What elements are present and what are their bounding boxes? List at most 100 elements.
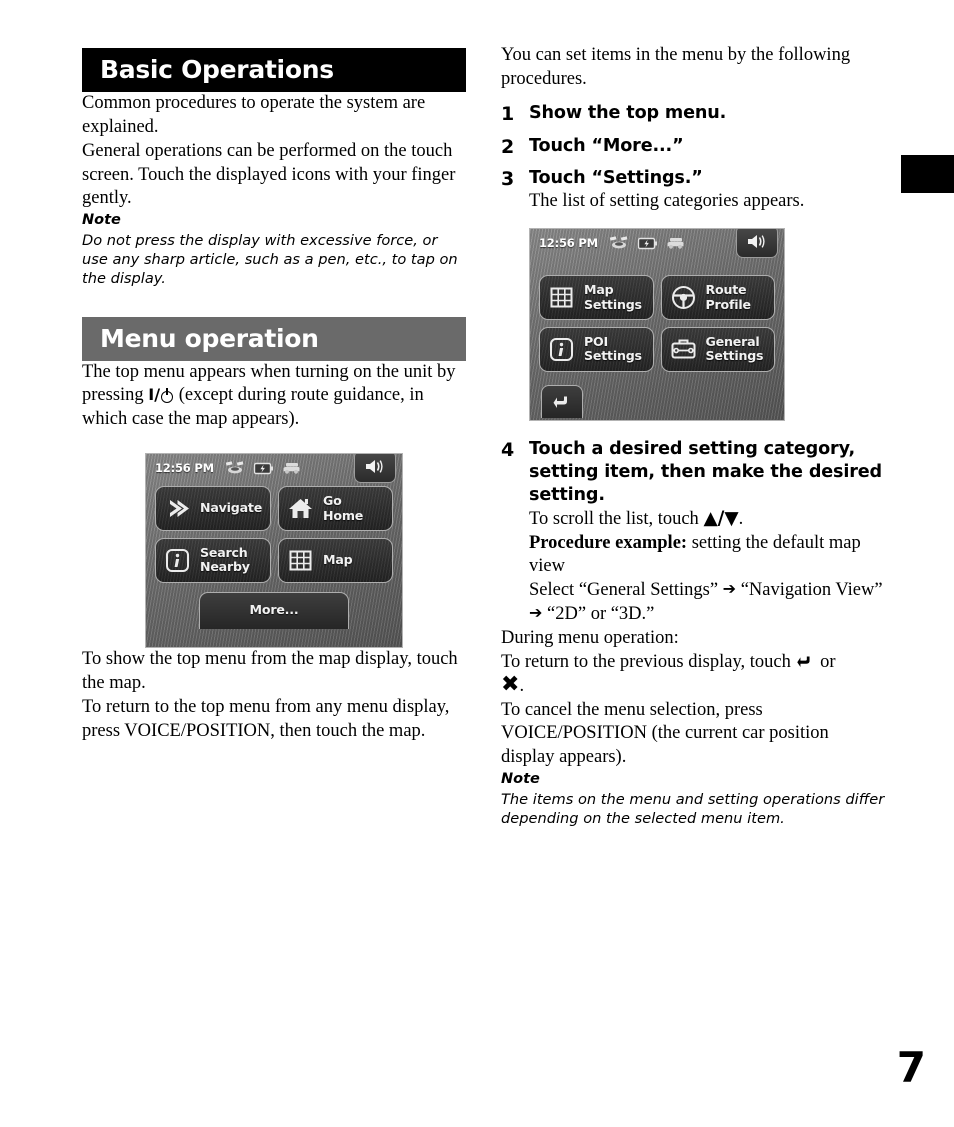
status-icon-group-2 bbox=[609, 236, 685, 250]
step-1-title: Show the top menu. bbox=[529, 102, 727, 123]
top-menu-button-search-nearby[interactable]: Search Nearby bbox=[155, 537, 272, 583]
menu-operation-paragraph: The top menu appears when turning on the… bbox=[82, 361, 466, 433]
step-4-scroll-line: To scroll the list, touch ▲/▼. bbox=[529, 507, 885, 532]
battery-icon bbox=[253, 462, 273, 475]
right-intro-paragraph: You can set items in the menu by the fol… bbox=[501, 45, 851, 89]
return-arrow-icon bbox=[551, 393, 573, 411]
top-menu-label-navigate: Navigate bbox=[200, 500, 263, 516]
satellite-icon bbox=[225, 461, 245, 475]
step-1-number: 1 bbox=[501, 102, 515, 125]
section-heading-menu-operation: Menu operation bbox=[82, 316, 466, 361]
step-4-example-line: Procedure example: setting the default m… bbox=[529, 532, 885, 580]
during-menu-line-1-mid: or bbox=[815, 651, 836, 672]
basic-operations-paragraph-2: General operations can be performed on t… bbox=[82, 140, 456, 209]
status-time: 12:56 PM bbox=[155, 461, 214, 476]
device-status-bar-2: 12:56 PM bbox=[530, 229, 784, 259]
settings-button-poi-settings[interactable]: POI Settings bbox=[539, 326, 654, 372]
speaker-icon[interactable] bbox=[736, 229, 778, 259]
note-text-1: Do not press the display with excessive … bbox=[82, 231, 458, 288]
after-image-paragraph-1: To show the top menu from the map displa… bbox=[82, 649, 458, 694]
step-4: 4 Touch a desired setting category, sett… bbox=[501, 438, 885, 627]
satellite-icon bbox=[609, 236, 629, 250]
top-menu-button-map[interactable]: Map bbox=[278, 537, 393, 583]
step-4-title: Touch a desired setting category, settin… bbox=[529, 439, 882, 505]
scroll-line-pre: To scroll the list, touch bbox=[529, 508, 704, 529]
settings-button-grid: Map Settings Route Profile POI Settings … bbox=[530, 255, 784, 372]
power-icon bbox=[160, 388, 174, 404]
during-menu-line-1: To return to the previous display, touch… bbox=[501, 651, 885, 675]
top-menu-label-more: More... bbox=[249, 601, 299, 617]
note-label-1: Note bbox=[82, 212, 121, 229]
during-menu-heading: During menu operation: bbox=[501, 628, 679, 649]
note-text-2: The items on the menu and setting operat… bbox=[501, 790, 885, 827]
right-column: You can set items in the menu by the fol… bbox=[501, 44, 885, 828]
edge-tab-marker bbox=[901, 155, 954, 193]
settings-label-map-settings: Map Settings bbox=[584, 282, 642, 312]
settings-categories-screenshot: 12:56 PM Map Settings Route Profile POI … bbox=[529, 228, 785, 422]
settings-back-button[interactable] bbox=[541, 384, 583, 418]
select-line-c: “2D” or “3D.” bbox=[547, 604, 655, 625]
top-menu-label-map: Map bbox=[323, 552, 353, 568]
arrow-right-icon: ➔ bbox=[722, 579, 737, 599]
top-menu-button-go-home[interactable]: Go Home bbox=[278, 486, 393, 531]
toolbox-icon bbox=[670, 336, 697, 363]
top-menu-label-search-nearby: Search Nearby bbox=[200, 544, 250, 575]
close-x-icon: ✖ bbox=[501, 671, 520, 697]
section-heading-basic-operations: Basic Operations bbox=[82, 48, 466, 92]
top-menu-button-grid: Navigate Go Home Search Nearby Map bbox=[146, 480, 402, 583]
top-menu-label-go-home: Go Home bbox=[323, 493, 364, 523]
car-icon bbox=[282, 462, 301, 475]
battery-icon bbox=[637, 237, 657, 250]
settings-button-route-profile[interactable]: Route Profile bbox=[660, 275, 775, 320]
procedure-example-label: Procedure example: bbox=[529, 532, 688, 553]
top-menu-screenshot: 12:56 PM Navigate Go Home Search Nearby … bbox=[145, 453, 403, 649]
arrow-right-icon-2: ➔ bbox=[529, 603, 543, 623]
during-menu-line-x: ✖. bbox=[501, 671, 885, 699]
manual-page: Basic Operations Common procedures to op… bbox=[0, 0, 954, 1127]
step-2: 2 Touch “More...” bbox=[501, 135, 885, 158]
step-3-number: 3 bbox=[501, 168, 515, 191]
step-1: 1 Show the top menu. bbox=[501, 102, 885, 125]
top-menu-button-navigate[interactable]: Navigate bbox=[155, 486, 272, 531]
grid-icon bbox=[287, 547, 314, 574]
left-column: Basic Operations Common procedures to op… bbox=[82, 48, 466, 744]
info-icon bbox=[164, 547, 191, 574]
step-2-title: Touch “More...” bbox=[529, 135, 684, 156]
settings-label-route-profile: Route Profile bbox=[705, 282, 752, 312]
speaker-icon[interactable] bbox=[354, 454, 396, 484]
step-3-title: Touch “Settings.” bbox=[529, 168, 703, 189]
settings-button-map-settings[interactable]: Map Settings bbox=[539, 275, 654, 320]
step-4-number: 4 bbox=[501, 439, 515, 462]
chevron-right-icon bbox=[164, 495, 191, 522]
note-label-2: Note bbox=[501, 771, 540, 788]
step-4-select-line: Select “General Settings” ➔ “Navigation … bbox=[529, 579, 885, 627]
status-time-2: 12:56 PM bbox=[539, 236, 598, 251]
car-icon bbox=[666, 237, 685, 250]
after-image-paragraph-2: To return to the top menu from any menu … bbox=[82, 696, 450, 741]
info-icon bbox=[548, 336, 575, 363]
grid-icon bbox=[548, 284, 575, 311]
device-status-bar: 12:56 PM bbox=[146, 454, 402, 484]
settings-label-poi-settings: POI Settings bbox=[584, 333, 642, 364]
during-menu-line-1-pre: To return to the previous display, touch bbox=[501, 651, 796, 672]
select-line-a: Select “General Settings” bbox=[529, 580, 719, 601]
page-number: 7 bbox=[896, 1043, 926, 1092]
select-line-b: “Navigation View” bbox=[740, 580, 883, 601]
back-button-wrapper bbox=[530, 372, 784, 418]
settings-label-general-settings: General Settings bbox=[705, 333, 764, 364]
home-icon bbox=[287, 495, 314, 522]
step-3: 3 Touch “Settings.” The list of setting … bbox=[501, 167, 885, 214]
return-arrow-icon-inline bbox=[795, 653, 815, 670]
during-menu-line-2: To cancel the menu selection, press VOIC… bbox=[501, 699, 829, 768]
step-3-subtext: The list of setting categories appears. bbox=[529, 191, 805, 212]
power-symbol-text: I/ bbox=[148, 385, 161, 405]
status-icon-group bbox=[225, 461, 301, 475]
during-menu-line-x-end: . bbox=[519, 675, 525, 696]
top-menu-button-more[interactable]: More... bbox=[199, 591, 349, 629]
steering-wheel-icon bbox=[670, 284, 697, 311]
more-button-wrapper: More... bbox=[146, 591, 402, 629]
settings-button-general-settings[interactable]: General Settings bbox=[660, 326, 775, 372]
scroll-line-post: . bbox=[738, 508, 744, 529]
scroll-arrows-icon: ▲/▼ bbox=[703, 507, 739, 529]
basic-operations-paragraph-1: Common procedures to operate the system … bbox=[82, 93, 426, 137]
